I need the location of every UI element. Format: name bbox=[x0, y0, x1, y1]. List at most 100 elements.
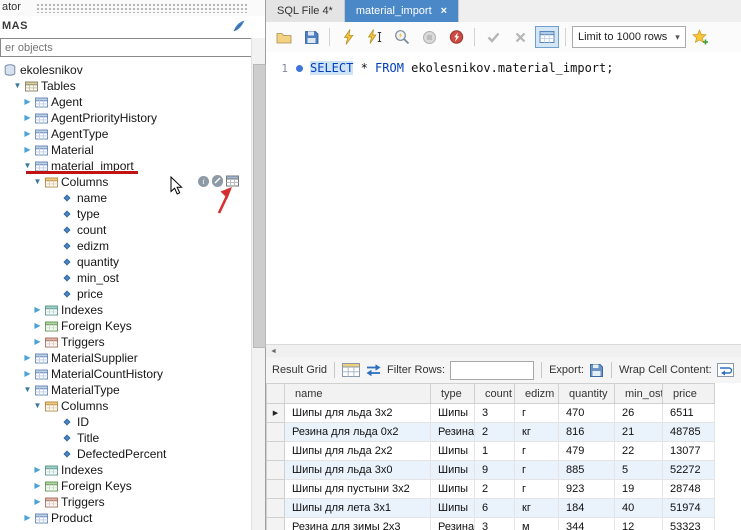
save-snippet-button[interactable] bbox=[689, 26, 713, 48]
collapsed-arrow-icon[interactable]: ▶ bbox=[22, 366, 33, 382]
expanded-arrow-icon[interactable]: ▼ bbox=[12, 78, 23, 94]
collapsed-arrow-icon[interactable]: ▶ bbox=[32, 302, 43, 318]
tree-item-id[interactable]: ID bbox=[0, 414, 252, 430]
export-icon[interactable] bbox=[589, 363, 604, 378]
explain-button[interactable] bbox=[390, 26, 414, 48]
result-row[interactable]: Резина для зимы 2x3Резина3м3441253323 bbox=[267, 518, 741, 530]
wrap-cell-content-icon[interactable] bbox=[717, 363, 734, 377]
refresh-icon[interactable] bbox=[365, 363, 382, 377]
sql-statement[interactable]: SELECT * FROM ekolesnikov.material_impor… bbox=[310, 61, 613, 75]
open-script-button[interactable] bbox=[272, 26, 296, 48]
result-cell[interactable]: 19 bbox=[615, 480, 663, 499]
result-cell[interactable]: 184 bbox=[559, 499, 615, 518]
schema-filter-input[interactable] bbox=[0, 38, 255, 57]
row-selector[interactable] bbox=[267, 518, 285, 530]
tree-item-agentpriorityhistory[interactable]: ▶AgentPriorityHistory bbox=[0, 110, 252, 126]
tree-item-materialcounthistory[interactable]: ▶MaterialCountHistory bbox=[0, 366, 252, 382]
execute-current-statement-button[interactable] bbox=[363, 26, 387, 48]
toggle-autocommit-button[interactable] bbox=[535, 26, 559, 48]
tree-item-columns[interactable]: ▼Columns bbox=[0, 398, 252, 414]
expanded-arrow-icon[interactable]: ▼ bbox=[22, 382, 33, 398]
tree-item-triggers[interactable]: ▶Triggers bbox=[0, 334, 252, 350]
tree-item-agenttype[interactable]: ▶AgentType bbox=[0, 126, 252, 142]
column-header-count[interactable]: count bbox=[475, 384, 515, 404]
result-row[interactable]: ▶Шипы для льда 3x2Шипы3г470266511 bbox=[267, 404, 741, 423]
execute-button[interactable] bbox=[336, 26, 360, 48]
feather-icon[interactable] bbox=[232, 19, 246, 36]
result-cell[interactable]: Шипы для льда 3x0 bbox=[285, 461, 431, 480]
column-header-type[interactable]: type bbox=[431, 384, 475, 404]
result-cell[interactable]: Шипы bbox=[431, 461, 475, 480]
result-row[interactable]: Резина для льда 0x2Резина2кг8162148785 bbox=[267, 423, 741, 442]
result-cell[interactable]: 3 bbox=[475, 404, 515, 423]
collapsed-arrow-icon[interactable]: ▶ bbox=[32, 478, 43, 494]
table-info-icon[interactable]: i bbox=[198, 176, 209, 187]
row-selector[interactable] bbox=[267, 461, 285, 480]
expanded-arrow-icon[interactable]: ▼ bbox=[32, 398, 43, 414]
row-selector-header[interactable] bbox=[267, 384, 285, 404]
row-selector[interactable]: ▶ bbox=[267, 404, 285, 423]
tree-item-indexes[interactable]: ▶Indexes bbox=[0, 302, 252, 318]
collapsed-arrow-icon[interactable]: ▶ bbox=[22, 94, 33, 110]
result-cell[interactable]: Шипы bbox=[431, 499, 475, 518]
sidebar-scrollbar[interactable] bbox=[251, 38, 265, 530]
collapsed-arrow-icon[interactable]: ▶ bbox=[32, 318, 43, 334]
collapsed-arrow-icon[interactable]: ▶ bbox=[32, 462, 43, 478]
result-cell[interactable]: Шипы bbox=[431, 442, 475, 461]
tab-sql-file-4[interactable]: SQL File 4* bbox=[266, 0, 345, 22]
tree-item-materialtype[interactable]: ▼MaterialType bbox=[0, 382, 252, 398]
result-cell[interactable]: Шипы для пустыни 3x2 bbox=[285, 480, 431, 499]
result-cell[interactable]: 1 bbox=[475, 442, 515, 461]
save-script-button[interactable] bbox=[299, 26, 323, 48]
result-cell[interactable]: 21 bbox=[615, 423, 663, 442]
row-selector[interactable] bbox=[267, 442, 285, 461]
expanded-arrow-icon[interactable]: ▼ bbox=[32, 174, 43, 190]
result-cell[interactable]: 2 bbox=[475, 423, 515, 442]
limit-rows-dropdown[interactable]: Limit to 1000 rows ▾ bbox=[572, 26, 686, 48]
result-cell[interactable]: 48785 bbox=[663, 423, 715, 442]
tree-item-materialsupplier[interactable]: ▶MaterialSupplier bbox=[0, 350, 252, 366]
column-header-quantity[interactable]: quantity bbox=[559, 384, 615, 404]
result-cell[interactable]: 479 bbox=[559, 442, 615, 461]
result-row[interactable]: Шипы для пустыни 3x2Шипы2г9231928748 bbox=[267, 480, 741, 499]
tree-item-min-ost[interactable]: min_ost bbox=[0, 270, 252, 286]
row-selector[interactable] bbox=[267, 423, 285, 442]
result-cell[interactable]: Резина для льда 0x2 bbox=[285, 423, 431, 442]
result-cell[interactable]: г bbox=[515, 461, 559, 480]
tree-item-material-import[interactable]: ▼material_import bbox=[0, 158, 252, 174]
result-cell[interactable]: 923 bbox=[559, 480, 615, 499]
result-cell[interactable]: 6 bbox=[475, 499, 515, 518]
tree-item-triggers[interactable]: ▶Triggers bbox=[0, 494, 252, 510]
result-cell[interactable]: Шипы для лета 3x1 bbox=[285, 499, 431, 518]
tree-item-product[interactable]: ▶Product bbox=[0, 510, 252, 526]
result-cell[interactable]: 22 bbox=[615, 442, 663, 461]
result-cell[interactable]: 6511 bbox=[663, 404, 715, 423]
tree-item-material[interactable]: ▶Material bbox=[0, 142, 252, 158]
tree-item-defectedpercent[interactable]: DefectedPercent bbox=[0, 446, 252, 462]
grid-view-icon[interactable] bbox=[342, 363, 360, 377]
result-cell[interactable]: Шипы для льда 3x2 bbox=[285, 404, 431, 423]
scroll-left-icon[interactable]: ◄ bbox=[268, 347, 279, 357]
column-header-name[interactable]: name bbox=[285, 384, 431, 404]
result-cell[interactable]: Резина bbox=[431, 423, 475, 442]
result-row[interactable]: Шипы для льда 2x2Шипы1г4792213077 bbox=[267, 442, 741, 461]
collapsed-arrow-icon[interactable]: ▶ bbox=[22, 510, 33, 526]
result-row[interactable]: Шипы для лета 3x1Шипы6кг1844051974 bbox=[267, 499, 741, 518]
row-selector[interactable] bbox=[267, 480, 285, 499]
result-cell[interactable]: Резина bbox=[431, 518, 475, 530]
result-cell[interactable]: Шипы bbox=[431, 404, 475, 423]
result-cell[interactable]: Шипы bbox=[431, 480, 475, 499]
tab-close-icon[interactable]: × bbox=[441, 6, 447, 16]
tree-item-indexes[interactable]: ▶Indexes bbox=[0, 462, 252, 478]
toggle-stop-on-error-button[interactable] bbox=[444, 26, 468, 48]
result-row[interactable]: Шипы для льда 3x0Шипы9г885552272 bbox=[267, 461, 741, 480]
result-cell[interactable]: 9 bbox=[475, 461, 515, 480]
result-cell[interactable]: 52272 bbox=[663, 461, 715, 480]
tree-item-tables[interactable]: ▼Tables bbox=[0, 78, 252, 94]
tree-item-ekolesnikov[interactable]: ekolesnikov bbox=[0, 62, 252, 78]
panel-drag-handle[interactable] bbox=[36, 3, 249, 13]
sql-editor[interactable]: 1 SELECT * FROM ekolesnikov.material_imp… bbox=[266, 52, 741, 344]
tree-item-title[interactable]: Title bbox=[0, 430, 252, 446]
result-cell[interactable]: Резина для зимы 2x3 bbox=[285, 518, 431, 530]
column-header-edizm[interactable]: edizm bbox=[515, 384, 559, 404]
